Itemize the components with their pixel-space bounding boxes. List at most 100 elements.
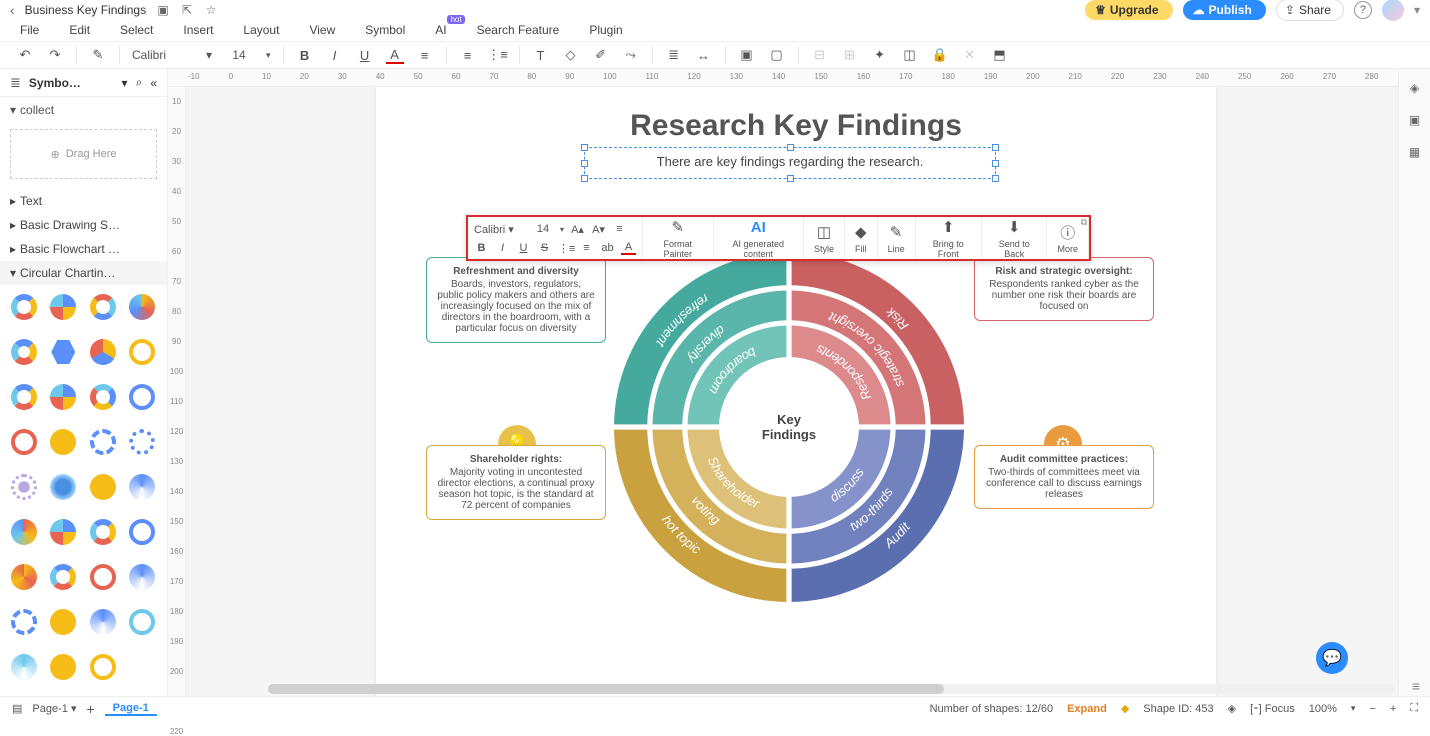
- star-icon[interactable]: ☆: [204, 3, 218, 17]
- shape-thumb[interactable]: [47, 606, 79, 638]
- resize-handle[interactable]: [787, 175, 794, 182]
- shape-thumb[interactable]: [47, 426, 79, 458]
- italic-icon[interactable]: I: [495, 242, 510, 254]
- chat-help-button[interactable]: 💬: [1316, 642, 1348, 674]
- menu-file[interactable]: File: [20, 23, 39, 37]
- category-text[interactable]: ▸Text: [0, 189, 167, 213]
- float-font-size[interactable]: 14: [532, 223, 554, 235]
- text-tool-icon[interactable]: T: [532, 46, 550, 64]
- shape-thumb[interactable]: [126, 336, 158, 368]
- crop-icon[interactable]: ◫: [901, 46, 919, 64]
- resize-handle[interactable]: [787, 144, 794, 151]
- shape-thumb[interactable]: [126, 561, 158, 593]
- shape-thumb[interactable]: [47, 291, 79, 323]
- menu-symbol[interactable]: Symbol: [365, 23, 405, 37]
- zoom-out-button[interactable]: −: [1369, 703, 1375, 715]
- shape-thumb[interactable]: [8, 291, 40, 323]
- pages-list-icon[interactable]: ▤: [12, 702, 22, 715]
- align-objects-icon[interactable]: ⊟: [811, 46, 829, 64]
- resize-handle[interactable]: [992, 160, 999, 167]
- menu-search-feature[interactable]: Search Feature: [477, 23, 560, 37]
- strikethrough-icon[interactable]: S: [537, 242, 552, 254]
- save-icon[interactable]: ▣: [156, 3, 170, 17]
- bullet-list-icon[interactable]: ⋮≡: [558, 242, 573, 255]
- shape-tool-icon[interactable]: ◇: [562, 46, 580, 64]
- connector-icon[interactable]: ⤳: [622, 46, 640, 64]
- page-heading[interactable]: Research Key Findings: [376, 109, 1216, 143]
- underline-icon[interactable]: U: [356, 46, 374, 64]
- page-subtitle[interactable]: There are key findings regarding the res…: [585, 148, 995, 169]
- drag-drop-zone[interactable]: ⊕Drag Here: [10, 129, 157, 179]
- resize-handle[interactable]: [581, 160, 588, 167]
- bold-icon[interactable]: B: [296, 46, 314, 64]
- scrollbar-thumb[interactable]: [268, 684, 944, 694]
- shape-thumb[interactable]: [87, 606, 119, 638]
- menu-ai[interactable]: AIhot: [435, 23, 446, 37]
- chevron-down-icon[interactable]: ▾: [266, 50, 271, 61]
- number-list-icon[interactable]: ≡: [579, 242, 594, 254]
- effects-icon[interactable]: ✦: [871, 46, 889, 64]
- shape-thumb[interactable]: [126, 426, 158, 458]
- selected-textbox[interactable]: There are key findings regarding the res…: [584, 147, 996, 179]
- shape-thumb[interactable]: [87, 471, 119, 503]
- shape-thumb[interactable]: [8, 516, 40, 548]
- fullscreen-icon[interactable]: ⛶: [1410, 702, 1418, 715]
- font-size-input[interactable]: 14: [224, 48, 254, 62]
- underline-icon[interactable]: U: [516, 242, 531, 254]
- shape-thumb[interactable]: [126, 606, 158, 638]
- close-icon[interactable]: ⧉: [1081, 217, 1087, 228]
- shape-thumb[interactable]: [126, 471, 158, 503]
- shape-thumb[interactable]: [87, 381, 119, 413]
- expand-button[interactable]: Expand: [1067, 703, 1107, 715]
- zoom-level[interactable]: 100%: [1309, 703, 1337, 715]
- group-icon[interactable]: ▣: [738, 46, 756, 64]
- help-button[interactable]: ?: [1354, 1, 1372, 19]
- shape-thumb[interactable]: [8, 651, 40, 683]
- export-icon[interactable]: ⬒: [991, 46, 1009, 64]
- publish-button[interactable]: ☁Publish: [1183, 0, 1266, 20]
- align-icon[interactable]: ≡: [459, 46, 477, 64]
- zoom-in-button[interactable]: +: [1390, 703, 1396, 715]
- category-basic-drawing[interactable]: ▸Basic Drawing S…: [0, 213, 167, 237]
- font-color-icon[interactable]: A: [621, 241, 636, 255]
- undo-icon[interactable]: ↶: [16, 46, 34, 64]
- page-tab[interactable]: Page-1: [105, 702, 157, 716]
- shape-thumb[interactable]: [47, 561, 79, 593]
- focus-button[interactable]: [⁃] Focus: [1250, 702, 1295, 715]
- bold-icon[interactable]: B: [474, 242, 489, 254]
- shape-thumb[interactable]: [8, 426, 40, 458]
- menu-plugin[interactable]: Plugin: [589, 23, 622, 37]
- shape-thumb[interactable]: [87, 516, 119, 548]
- share-button[interactable]: ⇪Share: [1276, 0, 1344, 21]
- italic-icon[interactable]: I: [326, 46, 344, 64]
- add-page-button[interactable]: +: [86, 701, 94, 717]
- brush-icon[interactable]: ✎: [89, 46, 107, 64]
- resize-handle[interactable]: [992, 175, 999, 182]
- chevron-down-icon[interactable]: ▾: [1414, 3, 1420, 17]
- shape-thumb[interactable]: [47, 381, 79, 413]
- shape-thumb[interactable]: [8, 471, 40, 503]
- resize-handle[interactable]: [581, 175, 588, 182]
- back-button[interactable]: ‹: [10, 2, 15, 18]
- tools-icon[interactable]: ✕: [961, 46, 979, 64]
- shape-thumb[interactable]: [8, 606, 40, 638]
- upgrade-button[interactable]: ♕Upgrade: [1085, 0, 1172, 20]
- menu-view[interactable]: View: [309, 23, 335, 37]
- distribute-icon[interactable]: ⊞: [841, 46, 859, 64]
- menu-layout[interactable]: Layout: [243, 23, 279, 37]
- layers-icon[interactable]: ▣: [1406, 111, 1424, 129]
- shape-thumb[interactable]: [87, 651, 119, 683]
- menu-select[interactable]: Select: [120, 23, 153, 37]
- resize-handle[interactable]: [581, 144, 588, 151]
- shape-thumb[interactable]: [47, 651, 79, 683]
- resize-handle[interactable]: [992, 144, 999, 151]
- shape-thumb[interactable]: [8, 336, 40, 368]
- callout-risk[interactable]: Risk and strategic oversight: Respondent…: [974, 257, 1154, 321]
- shape-thumb[interactable]: [126, 291, 158, 323]
- shape-thumb[interactable]: [87, 291, 119, 323]
- theme-icon[interactable]: ◈: [1406, 79, 1424, 97]
- callout-refreshment[interactable]: Refreshment and diversity Boards, invest…: [426, 257, 606, 343]
- float-send-back[interactable]: ⬇Send to Back: [982, 217, 1048, 259]
- float-style[interactable]: ◫Style: [804, 217, 845, 259]
- canvas-page[interactable]: Research Key Findings There are key find…: [376, 87, 1216, 696]
